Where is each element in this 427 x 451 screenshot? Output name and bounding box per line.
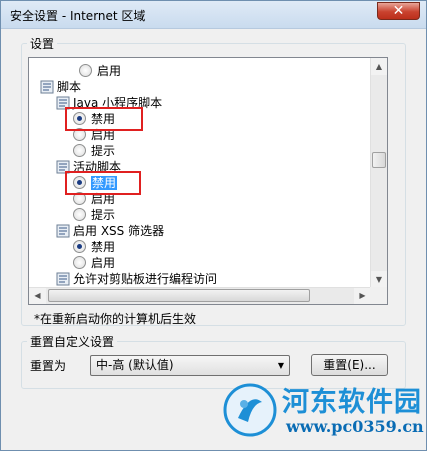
tree-option-xss-enable[interactable]: 启用: [73, 255, 115, 271]
watermark-logo-icon: [223, 383, 277, 437]
horizontal-scrollbar[interactable]: ◀ ▶: [29, 287, 371, 304]
tree-setting-xss-filter[interactable]: 启用 XSS 筛选器: [56, 223, 164, 239]
radio-button-selected[interactable]: [73, 240, 86, 253]
option-label: 禁用: [91, 240, 116, 254]
setting-label: 允许对剪贴板进行编程访问: [73, 272, 218, 286]
tree-option-xss-disable[interactable]: 禁用: [73, 239, 115, 255]
option-label: 提示: [91, 208, 116, 222]
annotation-highlight-active-disable: [65, 171, 141, 195]
option-label: 启用: [91, 256, 116, 270]
radio-button[interactable]: [73, 144, 86, 157]
window-title: 安全设置 - Internet 区域: [10, 9, 146, 23]
restart-note: *在重新启动你的计算机后生效: [34, 312, 197, 326]
tree-option-java-prompt[interactable]: 提示: [73, 143, 115, 159]
annotation-highlight-java-disable: [65, 107, 143, 131]
setting-label: 启用 XSS 筛选器: [73, 224, 165, 238]
scrollbar-corner: [370, 287, 387, 304]
scroll-right-arrow-icon[interactable]: ▶: [354, 288, 371, 304]
reset-to-label: 重置为: [30, 359, 67, 373]
reset-group-legend: 重置自定义设置: [27, 333, 118, 350]
scroll-down-arrow-icon[interactable]: ▼: [371, 271, 387, 288]
vertical-scrollbar[interactable]: ▲ ▼: [370, 58, 387, 288]
option-label: 提示: [91, 144, 116, 158]
chevron-down-icon: ▼: [277, 361, 284, 370]
radio-button[interactable]: [79, 64, 92, 77]
vertical-scroll-thumb[interactable]: [372, 152, 386, 168]
tree-category-scripting[interactable]: 脚本: [40, 79, 81, 95]
script-settings-icon: [56, 224, 70, 237]
reset-button[interactable]: 重置(E)...: [311, 354, 388, 376]
scroll-up-arrow-icon[interactable]: ▲: [371, 58, 387, 75]
script-settings-icon: [56, 272, 70, 285]
watermark-name: 河东软件园: [282, 387, 422, 418]
close-button[interactable]: ✕: [377, 2, 420, 20]
option-label: 启用: [97, 64, 122, 78]
tree-option-javascript-enable[interactable]: 启用: [79, 63, 121, 79]
watermark-url: www.pc0359.cn: [286, 417, 424, 436]
category-label: 脚本: [57, 80, 82, 94]
reset-level-dropdown[interactable]: 中-高 (默认值) ▼: [90, 355, 290, 376]
settings-tree[interactable]: 启用 脚本 Java 小程序脚本 禁用 启用 提示 活动脚本 禁用 启用 提示 …: [28, 57, 388, 305]
settings-group-legend: 设置: [27, 35, 58, 52]
title-bar[interactable]: 安全设置 - Internet 区域 ✕: [1, 1, 426, 29]
tree-setting-clipboard-access[interactable]: 允许对剪贴板进行编程访问: [56, 271, 217, 287]
scroll-left-arrow-icon[interactable]: ◀: [29, 288, 46, 304]
script-settings-icon: [40, 80, 54, 93]
tree-option-active-prompt[interactable]: 提示: [73, 207, 115, 223]
radio-button[interactable]: [73, 256, 86, 269]
horizontal-scroll-thumb[interactable]: [48, 289, 310, 302]
selected-level-value: 中-高 (默认值): [96, 358, 174, 372]
radio-button[interactable]: [73, 208, 86, 221]
